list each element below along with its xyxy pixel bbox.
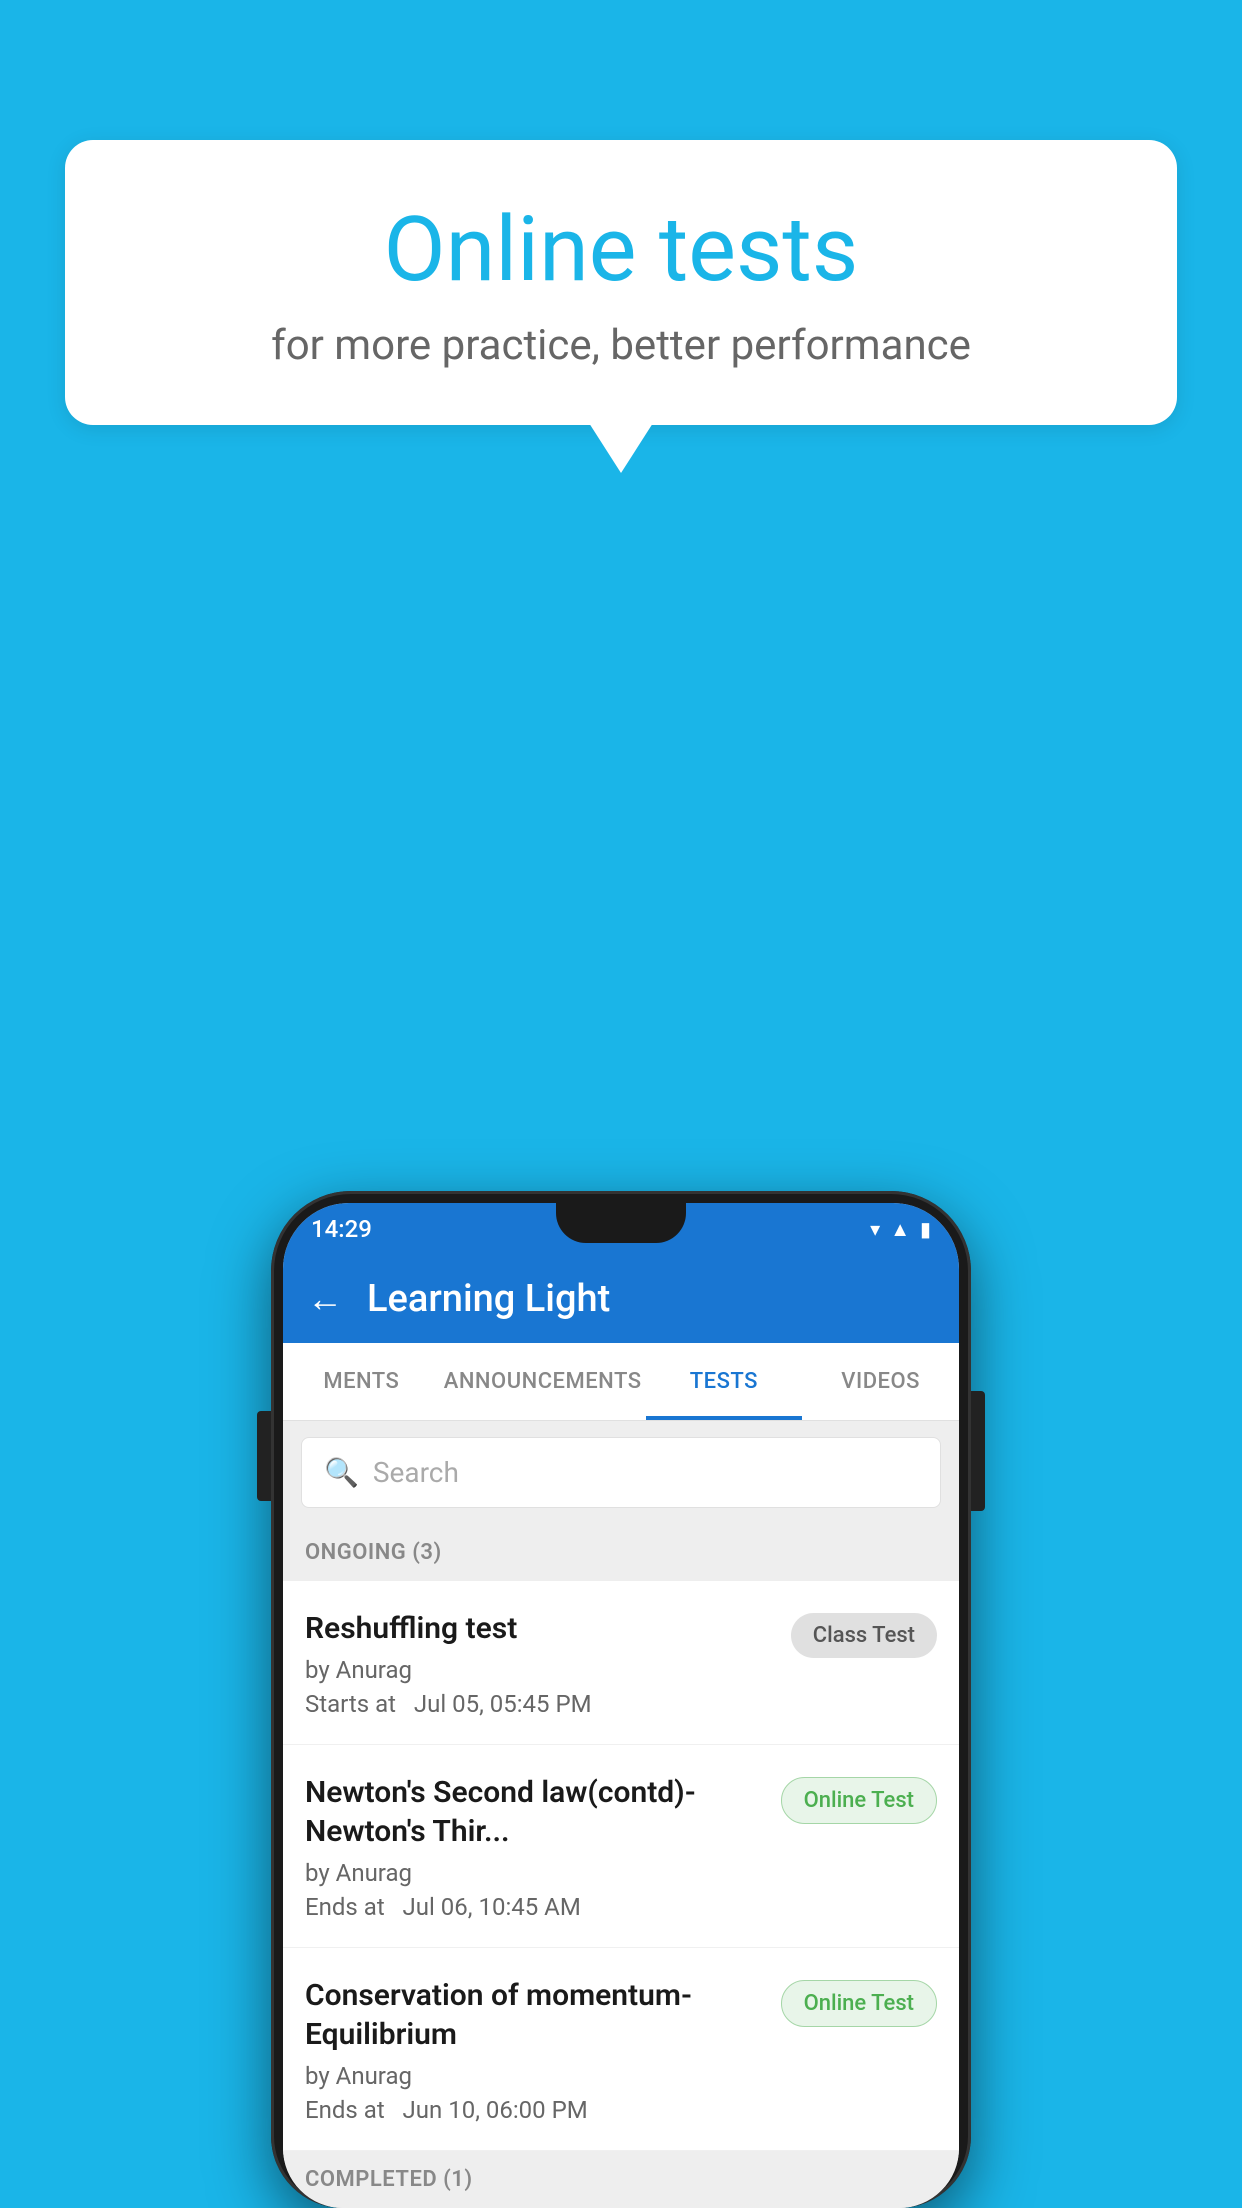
- completed-section-header: COMPLETED (1): [283, 2151, 959, 2208]
- test-time-label-3: Ends at: [305, 2096, 385, 2124]
- test-item-1[interactable]: Reshuffling test by Anurag Starts at Jul…: [283, 1581, 959, 1745]
- test-name-2: Newton's Second law(contd)-Newton's Thir…: [305, 1773, 765, 1851]
- phone-container: 14:29 ▾ ▲ ▮ ← Learning Light MENTS ANNOU…: [271, 1191, 971, 2208]
- search-bar[interactable]: 🔍 Search: [301, 1437, 941, 1508]
- test-author-3: by Anurag: [305, 2062, 765, 2090]
- test-content-1: Reshuffling test by Anurag Starts at Jul…: [305, 1609, 775, 1718]
- tabs-bar: MENTS ANNOUNCEMENTS TESTS VIDEOS: [283, 1343, 959, 1421]
- test-item-2[interactable]: Newton's Second law(contd)-Newton's Thir…: [283, 1745, 959, 1948]
- test-badge-1: Class Test: [791, 1613, 937, 1658]
- app-header-title: Learning Light: [367, 1277, 610, 1321]
- wifi-icon: ▾: [870, 1217, 880, 1241]
- bubble-subtitle: for more practice, better performance: [115, 321, 1127, 370]
- tab-tests[interactable]: TESTS: [646, 1343, 803, 1420]
- app-header: ← Learning Light: [283, 1255, 959, 1343]
- test-time-value-1: Jul 05, 05:45 PM: [414, 1690, 592, 1718]
- back-button[interactable]: ←: [307, 1278, 343, 1320]
- status-icons: ▾ ▲ ▮: [870, 1217, 931, 1242]
- tab-videos[interactable]: VIDEOS: [802, 1343, 959, 1420]
- speech-bubble-container: Online tests for more practice, better p…: [65, 140, 1177, 425]
- test-list: Reshuffling test by Anurag Starts at Jul…: [283, 1581, 959, 2151]
- search-placeholder: Search: [373, 1456, 459, 1489]
- test-name-1: Reshuffling test: [305, 1609, 775, 1648]
- phone-screen: 14:29 ▾ ▲ ▮ ← Learning Light MENTS ANNOU…: [283, 1203, 959, 2208]
- test-item-3[interactable]: Conservation of momentum-Equilibrium by …: [283, 1948, 959, 2151]
- tab-announcements[interactable]: ANNOUNCEMENTS: [440, 1343, 646, 1420]
- test-time-value-2: Jul 06, 10:45 AM: [403, 1893, 581, 1921]
- test-time-2: Ends at Jul 06, 10:45 AM: [305, 1893, 765, 1921]
- speech-bubble: Online tests for more practice, better p…: [65, 140, 1177, 425]
- phone-outer: 14:29 ▾ ▲ ▮ ← Learning Light MENTS ANNOU…: [271, 1191, 971, 2208]
- test-badge-3: Online Test: [781, 1980, 937, 2027]
- search-container: 🔍 Search: [283, 1421, 959, 1524]
- test-time-3: Ends at Jun 10, 06:00 PM: [305, 2096, 765, 2124]
- bubble-title: Online tests: [115, 200, 1127, 299]
- tab-ments[interactable]: MENTS: [283, 1343, 440, 1420]
- test-time-label-2: Ends at: [305, 1893, 385, 1921]
- test-time-label-1: Starts at: [305, 1690, 396, 1718]
- search-icon: 🔍: [324, 1456, 359, 1489]
- status-time: 14:29: [311, 1215, 372, 1243]
- test-time-value-3: Jun 10, 06:00 PM: [403, 2096, 588, 2124]
- test-author-2: by Anurag: [305, 1859, 765, 1887]
- test-content-3: Conservation of momentum-Equilibrium by …: [305, 1976, 765, 2124]
- test-time-1: Starts at Jul 05, 05:45 PM: [305, 1690, 775, 1718]
- battery-icon: ▮: [920, 1217, 931, 1241]
- notch: [556, 1203, 686, 1243]
- ongoing-section-header: ONGOING (3): [283, 1524, 959, 1581]
- signal-icon: ▲: [890, 1217, 910, 1242]
- status-bar: 14:29 ▾ ▲ ▮: [283, 1203, 959, 1255]
- test-badge-2: Online Test: [781, 1777, 937, 1824]
- test-content-2: Newton's Second law(contd)-Newton's Thir…: [305, 1773, 765, 1921]
- test-name-3: Conservation of momentum-Equilibrium: [305, 1976, 765, 2054]
- test-author-1: by Anurag: [305, 1656, 775, 1684]
